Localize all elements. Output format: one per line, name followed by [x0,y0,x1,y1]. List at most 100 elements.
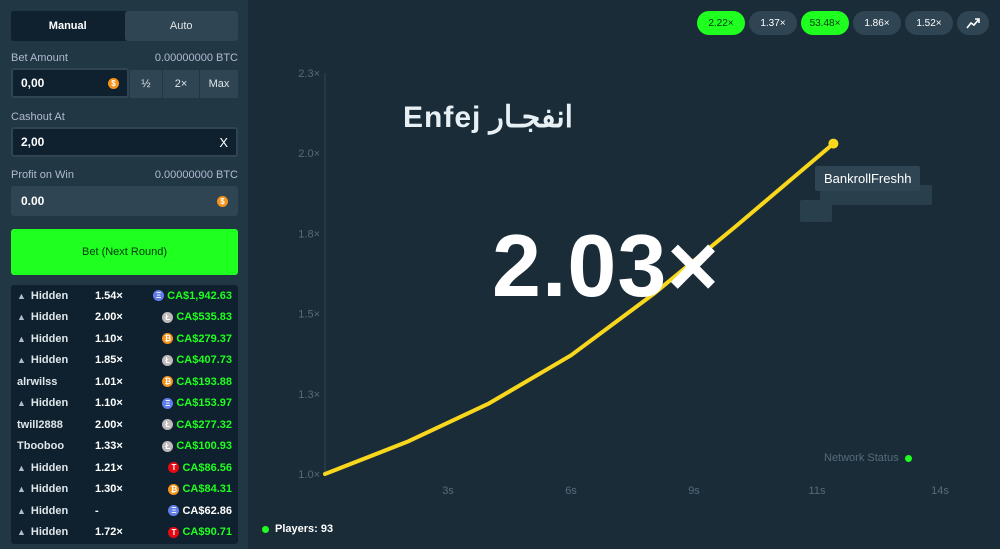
bet-amount-label-row: Bet Amount 0.00000000 BTC [11,52,238,64]
incognito-icon: ▲ [17,484,26,495]
player-profit-value: CA$100.93 [176,440,232,453]
player-multiplier: 1.21× [95,461,123,474]
current-multiplier: 2.03× [492,216,720,315]
player-row: ▲ Hidden 1.21× T CA$86.56 [11,457,238,479]
player-name-text: Tbooboo [17,440,65,453]
player-name: ▲ Hidden [17,526,95,538]
player-name-text: Hidden [30,397,69,410]
profit-label: Profit on Win [11,169,74,181]
history-chip[interactable]: 1.37× [749,11,797,35]
player-row: ▲ Hidden 1.54× Ξ CA$1,942.63 [11,285,238,307]
network-status-label: Network Status [824,452,899,464]
mode-tabs: Manual Auto [11,11,238,41]
player-name: ▲ Hidden [17,505,95,517]
incognito-icon: ▲ [17,290,26,301]
eth-coin-icon: Ξ [153,290,165,302]
player-profit: Ξ CA$1,942.63 [145,290,232,302]
half-bet-button[interactable]: ½ [130,70,162,98]
btc-coin-icon: ₿ [162,376,174,388]
profit-field: 0.00 $ [11,186,238,216]
player-profit-value: CA$279.37 [176,332,232,345]
player-name-text: Hidden [30,354,69,367]
player-profit: Ł CA$277.32 [145,419,232,431]
player-profit-value: CA$407.73 [176,354,232,367]
history-chip[interactable]: 1.86× [853,11,901,35]
bet-button[interactable]: Bet (Next Round) [11,229,238,275]
network-status: Network Status [824,452,912,464]
player-name-text: twill2888 [17,418,63,431]
players-list: ▲ Hidden 1.54× Ξ CA$1,942.63 ▲ Hidden 2.00× Ł CA$… [11,285,238,544]
eth-coin-icon: Ξ [162,397,174,409]
player-multiplier: 1.85× [95,354,123,367]
incognito-icon: ▲ [17,355,26,366]
x-tick-label: 11s [809,485,826,497]
player-row: ▲ Hidden - Ξ CA$62.86 [11,500,238,522]
player-profit: T CA$86.56 [145,462,232,474]
history-chip[interactable]: 2.22× [697,11,745,35]
profit-label-row: Profit on Win 0.00000000 BTC [11,169,238,181]
cashout-tooltip: BankrollFreshh [815,166,921,191]
ltc-coin-icon: Ł [162,354,174,366]
player-name: alrwilss [17,376,95,388]
tab-manual[interactable]: Manual [11,11,125,41]
player-profit: Ξ CA$153.97 [145,397,232,409]
y-tick-label: 1.5× [298,309,320,321]
history-chip[interactable]: 1.52× [905,11,953,35]
player-multiplier: 2.00× [95,418,123,431]
player-profit: Ł CA$407.73 [145,354,232,366]
player-row: Tbooboo 1.33× Ł CA$100.93 [11,436,238,458]
player-row: alrwilss 1.01× ₿ CA$193.88 [11,371,238,393]
max-bet-button[interactable]: Max [200,70,238,98]
player-profit: ₿ CA$279.37 [145,333,232,345]
player-name-text: Hidden [30,332,69,345]
player-name-text: alrwilss [17,375,58,388]
player-profit-value: CA$84.31 [182,483,232,496]
player-row: twill2888 2.00× Ł CA$277.32 [11,414,238,436]
eth-coin-icon: Ξ [168,505,180,517]
player-profit: Ł CA$535.83 [145,311,232,323]
player-name: ▲ Hidden [17,311,95,323]
player-multiplier: - [95,504,99,517]
players-count: Players: 93 [262,523,333,535]
btc-coin-icon: ₿ [162,333,174,345]
player-name: Tbooboo [17,440,95,452]
player-row: ▲ Hidden 1.30× ₿ CA$84.31 [11,479,238,501]
player-multiplier: 2.00× [95,311,123,324]
x-tick-label: 14s [931,485,949,497]
bet-amount-input[interactable]: 0,00 $ [11,68,129,98]
ltc-coin-icon: Ł [162,419,174,431]
player-name-text: Hidden [30,504,69,517]
player-profit-value: CA$1,942.63 [167,289,232,302]
y-tick-label: 2.0× [298,148,320,160]
clear-cashout-icon[interactable]: X [219,135,228,150]
player-multiplier: 1.33× [95,440,123,453]
ltc-coin-icon: Ł [162,440,174,452]
y-tick-label: 1.3× [298,389,320,401]
players-count-label: Players: 93 [275,523,334,535]
player-row: ▲ Hidden 1.10× Ξ CA$153.97 [11,393,238,415]
player-multiplier: 1.01× [95,375,123,388]
cashout-input[interactable]: 2,00 X [11,127,238,157]
ltc-coin-icon: Ł [162,311,174,323]
player-name: ▲ Hidden [17,290,95,302]
player-name: twill2888 [17,419,95,431]
x-tick-label: 9s [688,485,700,497]
bitcoin-icon: $ [108,77,119,89]
trx-coin-icon: T [168,462,180,474]
history-chip[interactable]: 53.48× [801,11,849,35]
y-tick-label: 1.0× [298,469,320,481]
tab-auto[interactable]: Auto [124,11,238,41]
player-name: ▲ Hidden [17,397,95,409]
incognito-icon: ▲ [17,527,26,538]
previous-rounds: 2.22× 1.37× 53.48× 1.86× 1.52× [697,11,989,35]
player-multiplier: 1.30× [95,483,123,496]
trend-icon[interactable] [957,11,989,35]
double-bet-button[interactable]: 2× [163,70,199,98]
incognito-icon: ▲ [17,398,26,409]
player-profit: Ξ CA$62.86 [145,505,232,517]
player-profit: ₿ CA$84.31 [145,483,232,495]
player-name-text: Hidden [30,483,69,496]
x-tick-label: 3s [442,485,454,497]
bet-amount-label: Bet Amount [11,52,68,64]
bet-amount-btc: 0.00000000 BTC [154,52,238,64]
